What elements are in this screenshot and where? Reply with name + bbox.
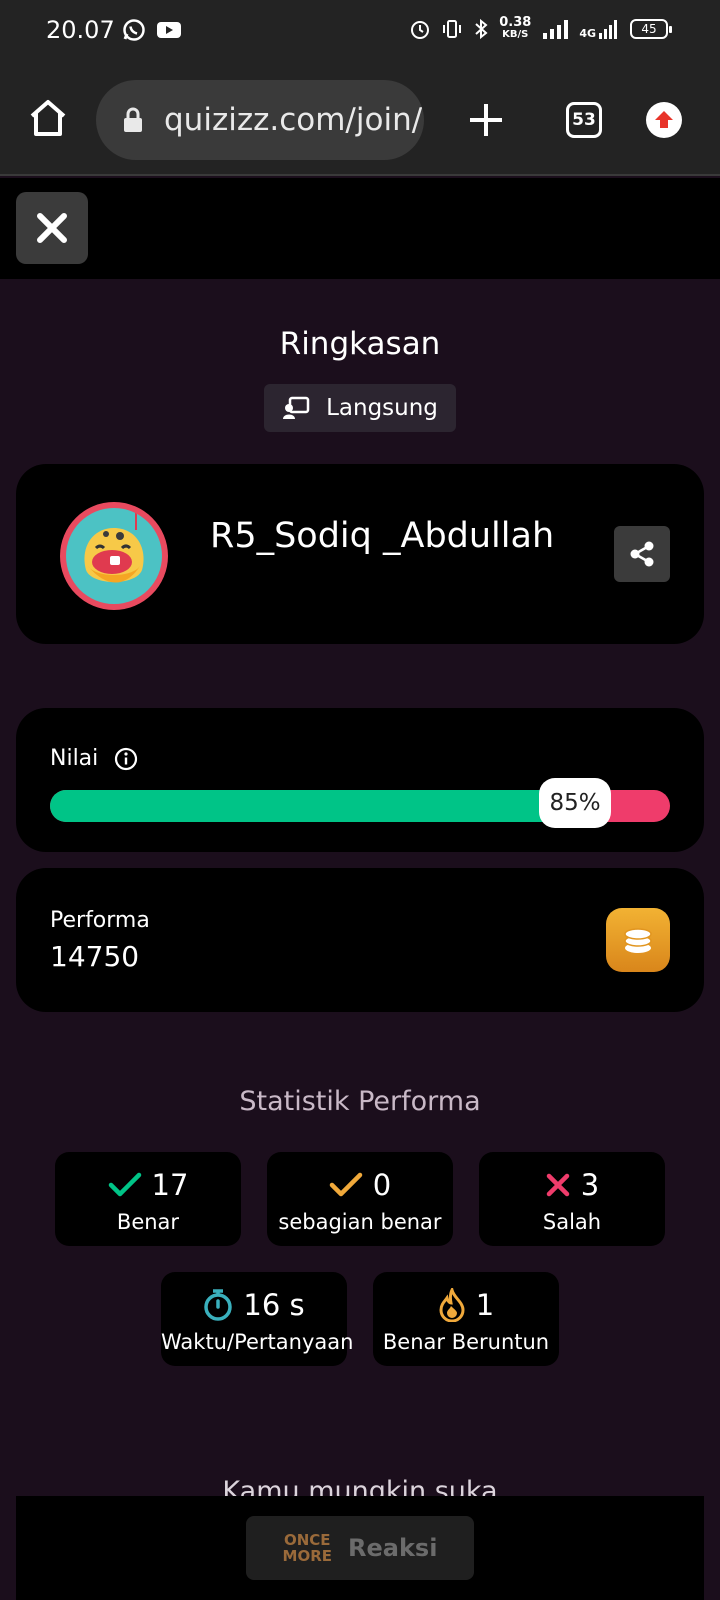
once-more-logo: ONCE MORE (283, 1532, 332, 1564)
address-bar[interactable]: quizizz.com/join/ (96, 80, 424, 160)
signal-4g: 4G (579, 18, 620, 40)
battery-icon: 45 (630, 19, 672, 39)
correct-count: 17 (151, 1168, 189, 1202)
stat-wrong: 3 Salah (479, 1152, 665, 1246)
reaction-bar: ONCE MORE Reaksi (16, 1496, 704, 1600)
stat-time: 16 s Waktu/Pertanyaan (161, 1272, 354, 1366)
timer-icon (204, 1289, 233, 1321)
url-text: quizizz.com/join/ (164, 102, 423, 138)
lock-icon (124, 107, 142, 132)
info-icon[interactable] (114, 747, 138, 771)
arrow-up-icon (655, 111, 673, 128)
new-tab-icon[interactable] (466, 100, 506, 140)
stat-partial: 0 sebagian benar (267, 1152, 453, 1246)
logo-line-1: ONCE (283, 1531, 331, 1549)
avatar (60, 502, 168, 610)
score-percent: 85% (549, 790, 601, 816)
signal-icon (543, 20, 569, 39)
performance-value: 14750 (50, 940, 140, 973)
streak-count: 1 (475, 1288, 495, 1322)
streak-label: Benar Beruntun (382, 1330, 550, 1354)
tab-switcher-button[interactable]: 53 (566, 102, 602, 138)
net-speed-unit: KB/S (502, 29, 529, 40)
partial-label: sebagian benar (278, 1210, 442, 1234)
live-class-icon (283, 396, 310, 419)
battery-level: 45 (641, 22, 657, 36)
performance-label: Performa (50, 908, 150, 933)
status-app-icons (122, 18, 182, 42)
score-label: Nilai (50, 746, 99, 771)
logo-line-2: MORE (282, 1547, 333, 1565)
cross-icon (546, 1173, 570, 1197)
youtube-icon (157, 22, 181, 38)
close-button[interactable] (16, 192, 88, 264)
player-name: R5_Sodiq _Abdullah (210, 516, 555, 556)
status-bar: 20.07 0.38 KB/S 4G 45 (0, 0, 720, 64)
vibrate-icon (443, 20, 462, 38)
reaction-label: Reaksi (348, 1534, 438, 1562)
mode-label: Langsung (326, 395, 438, 421)
correct-label: Benar (116, 1210, 180, 1234)
share-button[interactable] (614, 526, 670, 582)
score-percent-badge: 85% (539, 778, 611, 828)
flame-icon (439, 1288, 465, 1322)
score-progress-bar: 85% (50, 778, 670, 828)
browser-toolbar: quizizz.com/join/ 53 (0, 64, 720, 176)
wrong-count: 3 (580, 1168, 600, 1202)
partial-check-icon (329, 1172, 363, 1197)
profile-card: R5_Sodiq _Abdullah (16, 464, 704, 644)
check-icon (108, 1172, 141, 1197)
time-per-question: 16 s (243, 1288, 305, 1322)
coins-button[interactable] (606, 908, 670, 972)
performance-card: Performa 14750 (16, 868, 704, 1012)
score-card: Nilai 85% (16, 708, 704, 852)
status-right-icons: 0.38 KB/S 4G 45 (409, 15, 672, 41)
monster-avatar-icon (84, 510, 144, 583)
update-button[interactable] (646, 102, 682, 138)
network-type: 4G (579, 27, 596, 40)
reaction-button[interactable]: ONCE MORE Reaksi (246, 1516, 474, 1580)
net-speed-value: 0.38 (499, 15, 532, 30)
alarm-icon (411, 21, 430, 39)
home-icon[interactable] (26, 96, 70, 140)
wrong-label: Salah (542, 1210, 602, 1234)
share-icon (630, 541, 654, 567)
score-label-row: Nilai (50, 746, 138, 771)
quiz-header (0, 178, 720, 279)
score-progress-fill (50, 790, 577, 822)
partial-count: 0 (372, 1168, 392, 1202)
coins-icon (624, 928, 652, 953)
stats-title: Statistik Performa (239, 1086, 481, 1117)
stat-correct: 17 Benar (55, 1152, 241, 1246)
close-icon (37, 213, 67, 243)
bluetooth-icon (475, 18, 488, 40)
net-speed: 0.38 KB/S (499, 15, 532, 41)
tab-count: 53 (572, 110, 596, 130)
status-time: 20.07 (46, 16, 115, 44)
signal-4g-icon (599, 20, 617, 39)
stat-streak: 1 Benar Beruntun (373, 1272, 559, 1366)
whatsapp-icon (123, 19, 145, 41)
mode-badge: Langsung (264, 384, 456, 432)
time-label: Waktu/Pertanyaan (161, 1330, 354, 1354)
page-title: Ringkasan (279, 326, 441, 362)
